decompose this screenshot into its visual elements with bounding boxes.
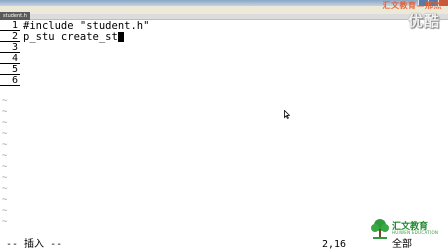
editor-line: 2 p_stu create_st: [0, 32, 448, 42]
empty-line-marker: ~: [2, 140, 8, 150]
empty-line-marker: ~: [2, 206, 8, 216]
empty-line-marker: ~: [2, 129, 8, 139]
editor-window: student.h 汇文教育—邢杰 优酷 1 #include "student…: [0, 0, 448, 252]
editor-line: 4: [0, 54, 448, 64]
line-text-current[interactable]: p_stu create_st: [23, 32, 124, 42]
line-text: p_stu create_st: [23, 31, 118, 43]
scroll-indicator: 全部: [392, 239, 412, 250]
editor-line: 3: [0, 43, 448, 53]
empty-line-marker: ~: [2, 96, 8, 106]
empty-line-marker: ~: [2, 173, 8, 183]
line-text[interactable]: #include "student.h": [23, 21, 149, 32]
editor-line: 6: [0, 76, 448, 86]
line-number: 5: [0, 65, 20, 75]
mouse-pointer-icon: [284, 110, 290, 119]
line-number: 6: [0, 76, 20, 86]
text-editor[interactable]: 1 #include "student.h" 2 p_stu create_st…: [0, 21, 448, 229]
brand-subtitle: HUIWEN EDUCATION: [392, 230, 439, 235]
empty-line-marker: ~: [2, 195, 8, 205]
line-number: 3: [0, 43, 20, 53]
editor-line: 1 #include "student.h": [0, 21, 448, 31]
line-number: 2: [0, 32, 20, 42]
line-number: 1: [0, 21, 20, 31]
cursor-position: 2,16: [322, 239, 347, 250]
status-line: -- 插入 -- 2,16 全部: [0, 238, 448, 252]
empty-line-marker: ~: [2, 107, 8, 117]
empty-line-marker: ~: [2, 151, 8, 161]
file-tab[interactable]: student.h: [0, 12, 30, 20]
line-number: 4: [0, 54, 20, 64]
text-cursor: [117, 32, 124, 42]
empty-line-marker: ~: [2, 184, 8, 194]
empty-line-marker: ~: [2, 118, 8, 128]
editor-line: 5: [0, 65, 448, 75]
empty-line-marker: ~: [2, 162, 8, 172]
mode-indicator: -- 插入 --: [6, 239, 63, 250]
empty-line-marker: ~: [2, 217, 8, 227]
